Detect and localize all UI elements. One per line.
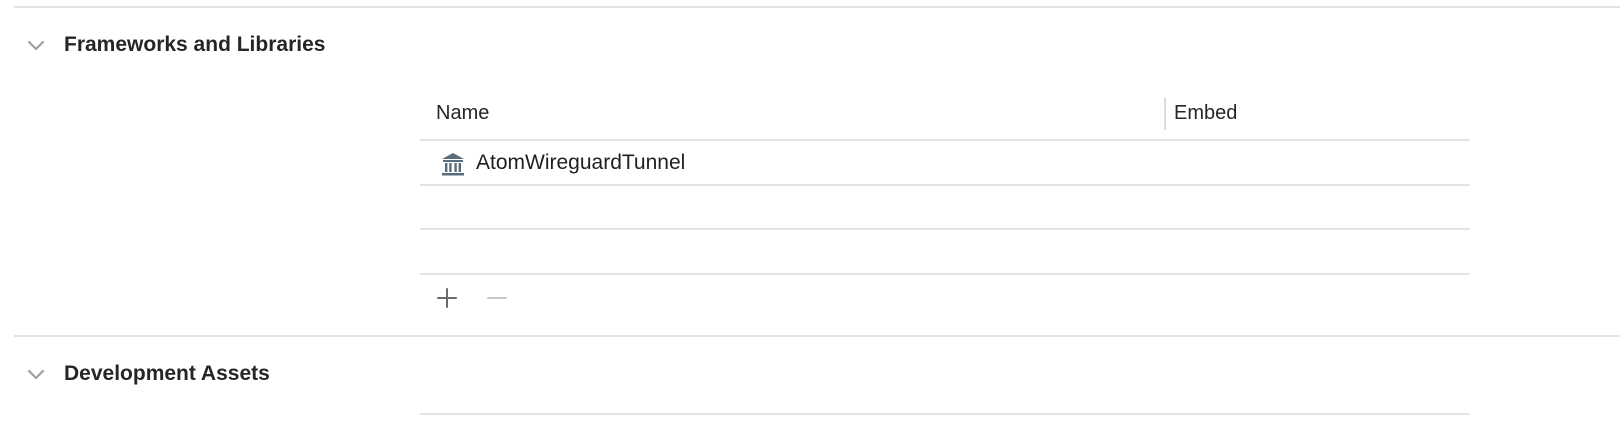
- frameworks-section-title: Frameworks and Libraries: [64, 33, 326, 56]
- remove-framework-button[interactable]: [483, 284, 511, 312]
- development-assets-section-title: Development Assets: [64, 362, 270, 385]
- empty-table-row: [420, 230, 1470, 272]
- column-header-embed[interactable]: Embed: [1174, 102, 1237, 125]
- plus-icon: [437, 288, 457, 308]
- framework-name: AtomWireguardTunnel: [476, 151, 686, 174]
- table-header-divider: [420, 139, 1470, 141]
- table-row[interactable]: AtomWireguardTunnel: [420, 142, 1470, 184]
- table-bottom-divider: [420, 273, 1470, 275]
- section-separator: [14, 335, 1620, 337]
- development-assets-disclosure-chevron-icon[interactable]: [26, 365, 46, 385]
- top-separator: [14, 6, 1620, 8]
- development-assets-table-top-divider: [420, 413, 1470, 415]
- empty-table-row: [420, 186, 1470, 228]
- frameworks-disclosure-chevron-icon[interactable]: [26, 36, 46, 56]
- add-framework-button[interactable]: [433, 284, 461, 312]
- column-header-name[interactable]: Name: [436, 102, 489, 125]
- minus-icon: [487, 297, 507, 299]
- framework-icon: [440, 151, 466, 177]
- column-separator[interactable]: [1164, 98, 1166, 130]
